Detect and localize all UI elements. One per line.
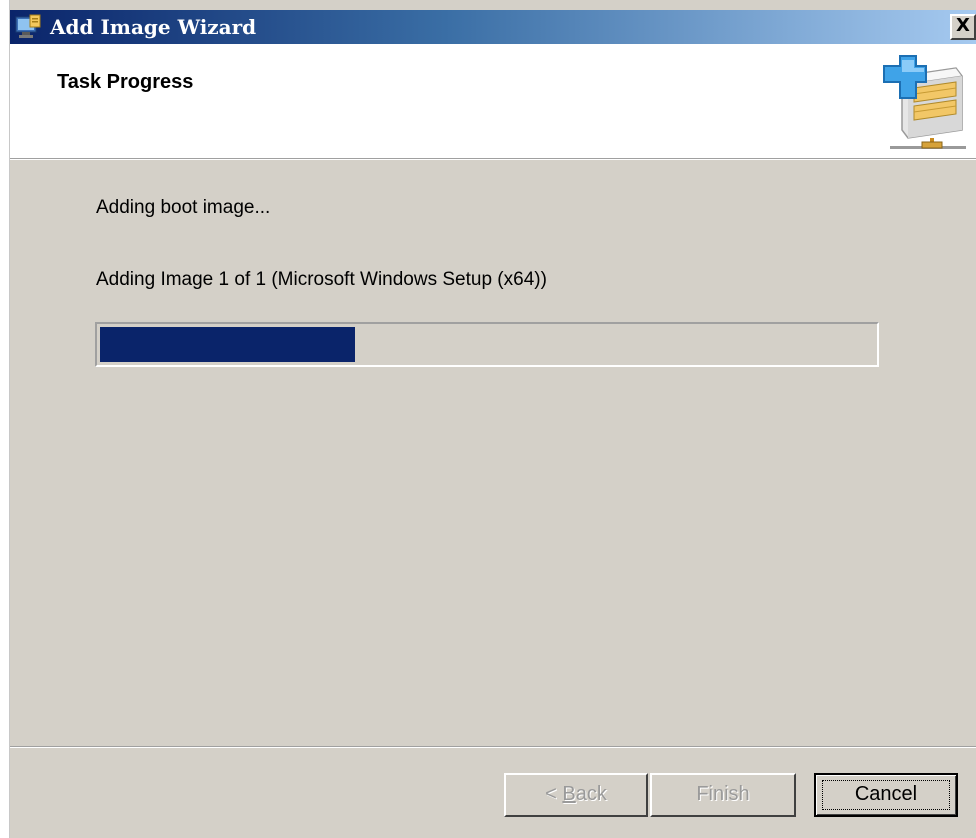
window-left-edge <box>0 0 10 838</box>
page-title: Task Progress <box>57 71 194 93</box>
wizard-app-icon <box>15 14 41 38</box>
cancel-button[interactable]: Cancel <box>814 773 958 817</box>
task-detail-text: Adding Image 1 of 1 (Microsoft Windows S… <box>96 269 547 290</box>
task-status-text: Adding boot image... <box>96 197 271 218</box>
back-button-prefix: < <box>545 783 563 805</box>
add-image-wizard-window: Add Image Wizard X Task Progress Adding … <box>0 0 976 838</box>
cancel-button-label: Cancel <box>854 783 918 805</box>
header-separator <box>10 158 976 160</box>
back-button-label: ack <box>575 783 607 805</box>
close-icon: X <box>956 15 970 36</box>
back-button[interactable]: < Back <box>504 773 648 817</box>
finish-button[interactable]: Finish <box>650 773 796 817</box>
progress-bar <box>95 322 879 367</box>
finish-button-label: Finish <box>696 783 750 805</box>
back-button-access-key: B <box>562 783 576 805</box>
add-image-server-icon <box>883 55 966 149</box>
window-title: Add Image Wizard <box>50 15 257 39</box>
progress-fill <box>100 327 356 362</box>
wizard-header: Task Progress <box>10 44 976 160</box>
close-button[interactable]: X <box>950 14 976 40</box>
title-bar[interactable]: Add Image Wizard X <box>10 10 976 44</box>
footer-separator <box>10 746 976 748</box>
